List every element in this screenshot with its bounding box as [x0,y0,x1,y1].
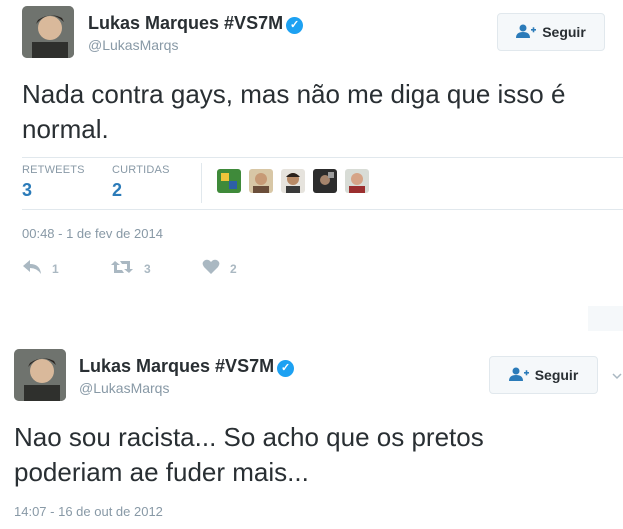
heart-icon [202,259,220,278]
retweets-label: RETWEETS [22,164,85,176]
follow-button-label: Seguir [542,24,586,40]
retweet-action[interactable]: 3 [110,259,151,278]
reply-action[interactable]: 1 [22,259,59,278]
liker-avatar[interactable] [217,169,241,193]
author-avatar[interactable] [14,349,66,401]
likes-count: 2 [112,180,123,200]
retweet-icon [110,259,134,278]
likers-avatars [217,169,369,193]
liker-avatar[interactable] [249,169,273,193]
chevron-down-icon[interactable] [612,368,622,386]
reply-icon [22,259,42,278]
author-name[interactable]: Lukas Marques #VS7M ✓ [79,356,295,377]
author-name-text[interactable]: Lukas Marques #VS7M [88,13,283,33]
divider [22,209,623,210]
scroll-area [588,306,623,331]
author-handle[interactable]: @LukasMarqs [88,37,178,53]
verified-badge-icon: ✓ [277,360,295,377]
like-count: 2 [230,261,237,276]
tweet-text: Nada contra gays, mas não me diga que is… [22,79,566,144]
like-action[interactable]: 2 [202,259,237,278]
author-handle[interactable]: @LukasMarqs [79,380,169,396]
stats-divider [201,163,202,203]
likes-stat[interactable]: CURTIDAS 2 [112,164,170,201]
liker-avatar[interactable] [313,169,337,193]
tweet-timestamp[interactable]: 14:07 - 16 de out de 2012 [14,504,163,519]
follow-button[interactable]: Seguir [497,13,605,51]
follow-button-label: Seguir [534,367,579,383]
retweets-count: 3 [22,180,33,200]
liker-avatar[interactable] [345,169,369,193]
divider [22,157,623,158]
tweet-text: Nao sou racista... So acho que os pretos… [14,422,484,487]
author-avatar[interactable] [22,6,74,58]
tweet-timestamp[interactable]: 00:48 - 1 de fev de 2014 [22,226,163,241]
reply-count: 1 [52,261,59,276]
likes-label: CURTIDAS [112,164,170,176]
retweets-stat[interactable]: RETWEETS 3 [22,164,85,201]
follow-button[interactable]: Seguir [489,356,598,394]
author-name-text[interactable]: Lukas Marques #VS7M [79,356,274,376]
add-user-icon [508,367,529,384]
liker-avatar[interactable] [281,169,305,193]
retweet-count: 3 [144,261,151,276]
add-user-icon [516,24,537,41]
verified-badge-icon: ✓ [286,17,304,34]
author-name[interactable]: Lukas Marques #VS7M ✓ [88,13,304,34]
